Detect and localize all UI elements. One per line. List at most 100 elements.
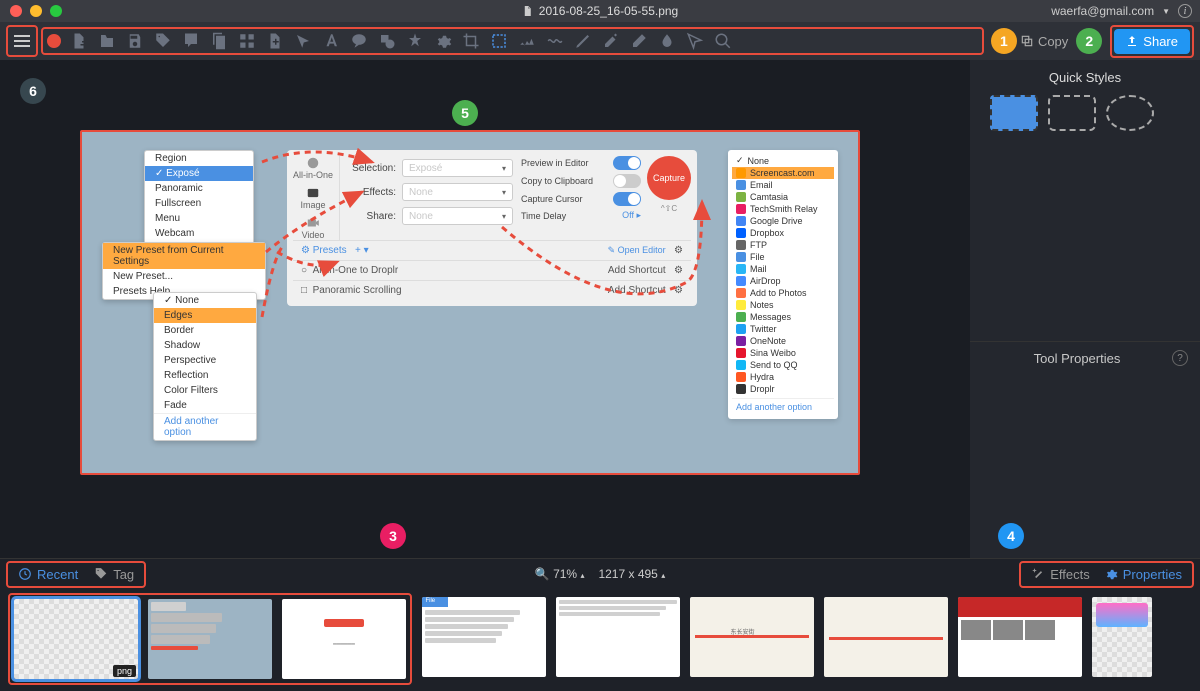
list-item[interactable]: Email xyxy=(732,179,834,191)
list-item[interactable]: OneNote xyxy=(732,335,834,347)
list-item[interactable]: Add to Photos xyxy=(732,287,834,299)
thumbnail[interactable] xyxy=(958,597,1082,677)
maximize-window-button[interactable] xyxy=(50,5,62,17)
list-item[interactable]: Fade xyxy=(154,398,256,413)
share-button[interactable]: Share xyxy=(1114,29,1190,54)
resize-icon[interactable] xyxy=(517,31,537,51)
clipboard-toggle[interactable] xyxy=(613,174,641,188)
tab-effects[interactable]: Effects xyxy=(1031,567,1090,582)
list-item[interactable]: Color Filters xyxy=(154,383,256,398)
add-page-icon[interactable] xyxy=(265,31,285,51)
tab-tag[interactable]: Tag xyxy=(94,567,134,582)
minimize-window-button[interactable] xyxy=(30,5,42,17)
tab-recent[interactable]: Recent xyxy=(18,567,78,582)
list-item[interactable]: Hydra xyxy=(732,371,834,383)
thumbnail[interactable] xyxy=(824,597,948,677)
list-item[interactable]: Screencast.com xyxy=(732,167,834,179)
comment-icon[interactable] xyxy=(181,31,201,51)
pointer-icon[interactable] xyxy=(293,31,313,51)
thumbnail[interactable]: 东长安街 xyxy=(690,597,814,677)
callout-icon[interactable] xyxy=(349,31,369,51)
preview-toggle[interactable] xyxy=(613,156,641,170)
list-item[interactable]: Mail xyxy=(732,263,834,275)
close-window-button[interactable] xyxy=(10,5,22,17)
effects-dropdown[interactable]: None Edges Border Shadow Perspective Ref… xyxy=(153,292,257,441)
add-option[interactable]: Add another option xyxy=(154,413,256,440)
list-item[interactable]: Twitter xyxy=(732,323,834,335)
list-item[interactable]: FTP xyxy=(732,239,834,251)
list-item[interactable]: None xyxy=(154,293,256,308)
list-item[interactable]: Shadow xyxy=(154,338,256,353)
add-shortcut-link[interactable]: Add Shortcut xyxy=(608,265,666,276)
share-destinations-list[interactable]: ✓ None Screencast.com Email Camtasia Tec… xyxy=(728,150,838,419)
shape-icon[interactable] xyxy=(377,31,397,51)
magnify-icon[interactable] xyxy=(713,31,733,51)
quick-style-outline-rect[interactable] xyxy=(1048,95,1096,131)
help-icon[interactable]: ? xyxy=(1172,350,1188,366)
effects-select[interactable]: None xyxy=(402,183,513,201)
list-item[interactable]: Send to QQ xyxy=(732,359,834,371)
list-item[interactable]: Menu xyxy=(145,211,253,226)
thumbnail[interactable]: ━━━━━━ xyxy=(282,599,406,679)
preset-row[interactable]: All-in-One to Droplr xyxy=(313,265,399,276)
list-item[interactable]: TechSmith Relay xyxy=(732,203,834,215)
gear-icon[interactable] xyxy=(433,31,453,51)
list-item[interactable]: Fullscreen xyxy=(145,196,253,211)
list-item[interactable]: Perspective xyxy=(154,353,256,368)
tab-properties[interactable]: Properties xyxy=(1104,567,1182,582)
blur-icon[interactable] xyxy=(657,31,677,51)
quick-style-filled-rect[interactable] xyxy=(990,95,1038,131)
canvas-area[interactable]: 6 5 Region Exposé Panoramic Fullscreen M… xyxy=(0,60,970,558)
thumbnail[interactable]: png xyxy=(14,599,138,679)
info-icon[interactable]: i xyxy=(1178,4,1192,18)
list-item[interactable]: Sina Weibo xyxy=(732,347,834,359)
selection-select[interactable]: Exposé xyxy=(402,159,513,177)
zoom-control[interactable]: 🔍 71% ▴ xyxy=(535,567,585,581)
pen-icon[interactable] xyxy=(573,31,593,51)
presets-label[interactable]: ⚙ Presets + ▾ xyxy=(301,245,369,256)
account-dropdown-icon[interactable]: ▼ xyxy=(1162,7,1170,16)
library-icon[interactable] xyxy=(237,31,257,51)
list-item[interactable]: Google Drive xyxy=(732,215,834,227)
open-editor-link[interactable]: ✎ Open Editor xyxy=(608,245,666,255)
menu-button[interactable] xyxy=(10,29,34,53)
stamp-icon[interactable] xyxy=(405,31,425,51)
list-item[interactable]: ✓ None xyxy=(732,154,834,167)
list-item[interactable]: Border xyxy=(154,323,256,338)
quick-style-ellipse[interactable] xyxy=(1106,95,1154,131)
list-item[interactable]: Region xyxy=(145,151,253,166)
add-share-option[interactable]: Add another option xyxy=(732,398,834,415)
highlighter-icon[interactable] xyxy=(601,31,621,51)
add-shortcut-link[interactable]: Add Shortcut xyxy=(608,285,666,296)
list-item[interactable]: Camtasia xyxy=(732,191,834,203)
thumbnail[interactable]: File xyxy=(422,597,546,677)
folder-icon[interactable] xyxy=(97,31,117,51)
thumbnail[interactable] xyxy=(1092,597,1152,677)
selection-icon[interactable] xyxy=(489,31,509,51)
region-dropdown[interactable]: Region Exposé Panoramic Fullscreen Menu … xyxy=(144,150,254,257)
thumbnail[interactable] xyxy=(148,599,272,679)
list-item[interactable]: Panoramic xyxy=(145,181,253,196)
save-icon[interactable] xyxy=(125,31,145,51)
share-select[interactable]: None xyxy=(402,207,513,225)
tab-all-in-one[interactable]: All-in-One xyxy=(293,156,333,180)
list-item[interactable]: New Preset from Current Settings xyxy=(103,243,265,269)
tab-image[interactable]: Image xyxy=(293,186,333,210)
move-icon[interactable] xyxy=(685,31,705,51)
copy-button[interactable]: Copy xyxy=(1020,34,1068,49)
list-item[interactable]: Edges xyxy=(154,308,256,323)
list-item[interactable]: Droplr xyxy=(732,383,834,395)
delay-value[interactable]: Off ▸ xyxy=(622,210,641,221)
tab-video[interactable]: Video xyxy=(293,216,333,240)
record-button[interactable] xyxy=(47,34,61,48)
crop-icon[interactable] xyxy=(461,31,481,51)
list-item[interactable]: Notes xyxy=(732,299,834,311)
list-item[interactable]: Dropbox xyxy=(732,227,834,239)
cursor-toggle[interactable] xyxy=(613,192,641,206)
account-label[interactable]: waerfa@gmail.com xyxy=(1051,4,1154,18)
duplicate-icon[interactable] xyxy=(209,31,229,51)
list-item[interactable]: File xyxy=(732,251,834,263)
list-item[interactable]: Exposé xyxy=(145,166,253,181)
list-item[interactable]: Messages xyxy=(732,311,834,323)
capture-button[interactable]: Capture xyxy=(647,156,691,200)
